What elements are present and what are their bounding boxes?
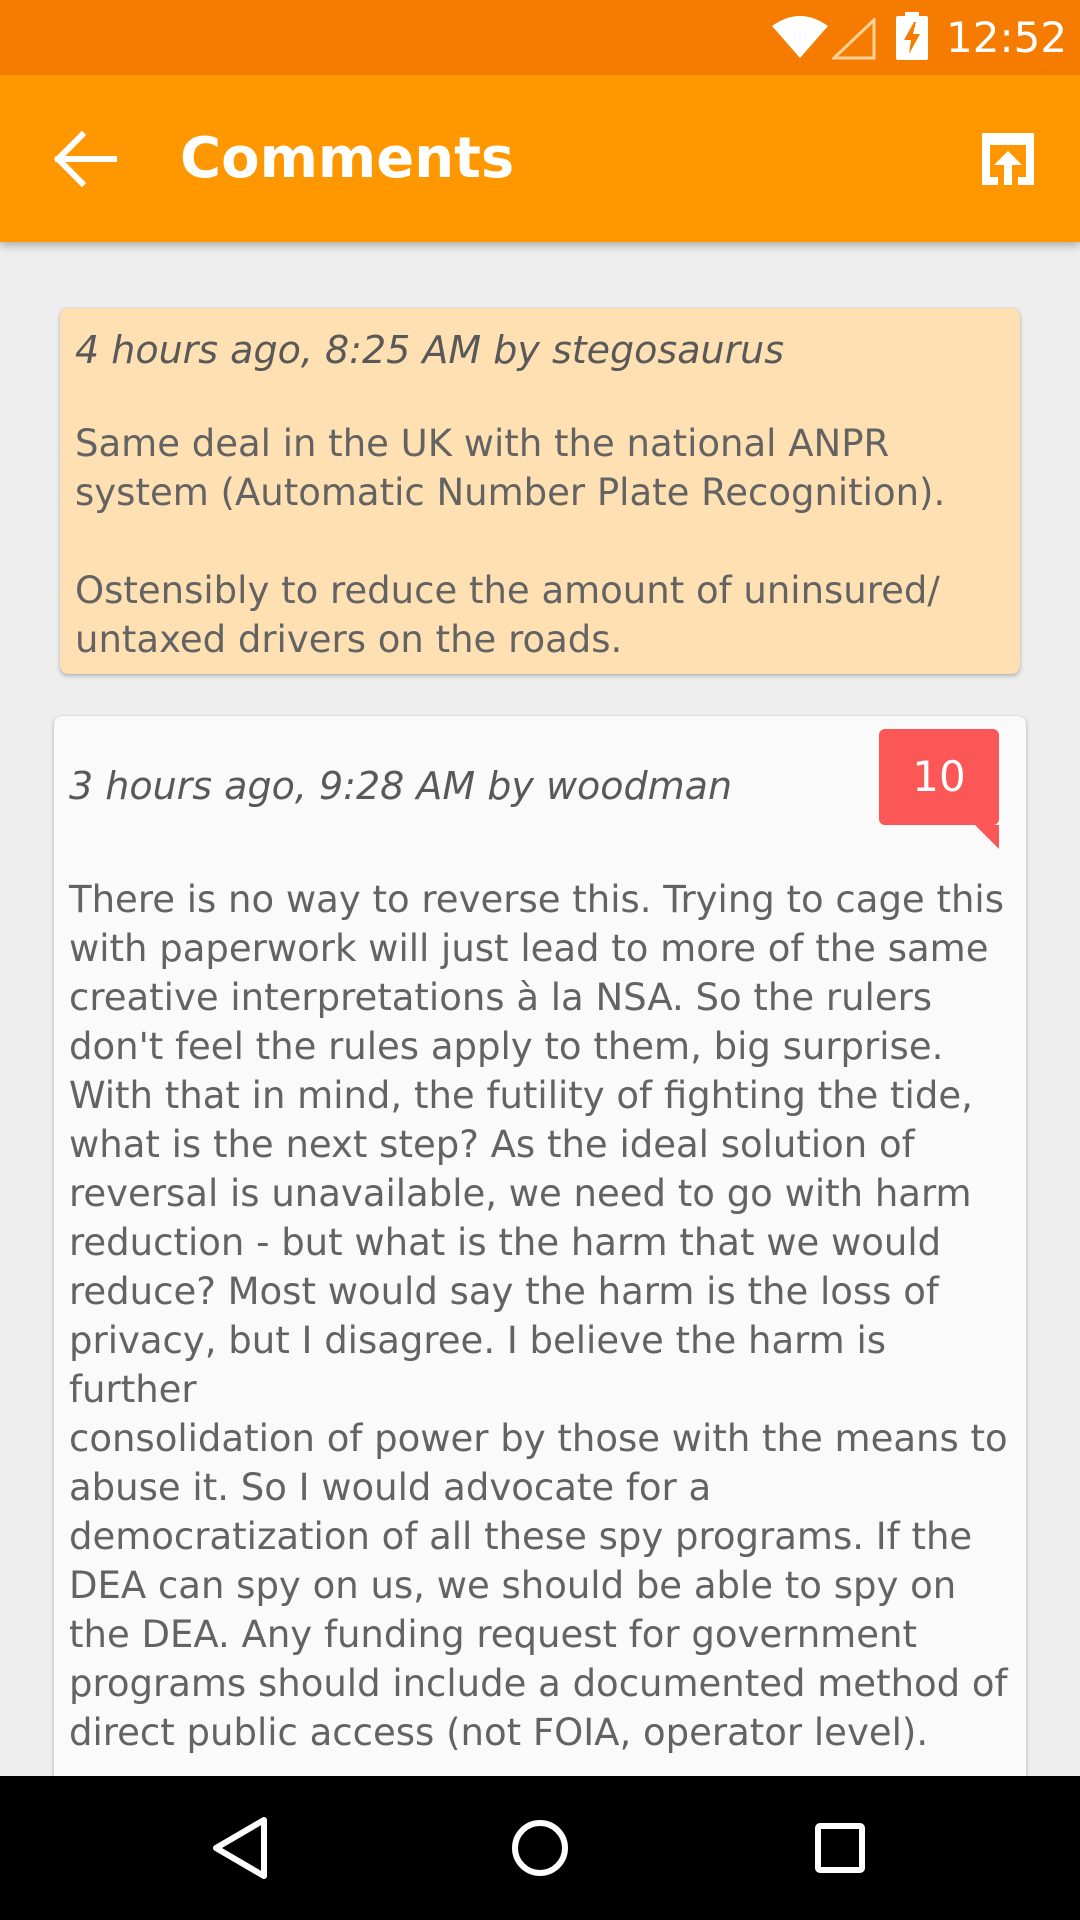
- battery-charging-icon: [896, 12, 928, 60]
- navigation-bar: [0, 1776, 1080, 1920]
- arrow-left-icon[interactable]: [50, 127, 120, 191]
- comment-card-highlighted[interactable]: 4 hours ago, 8:25 AM by stegosaurus Same…: [60, 308, 1020, 674]
- comment-score-badge[interactable]: 10: [879, 729, 999, 849]
- status-time: 12:52: [946, 13, 1068, 62]
- comment-body: There is no way to reverse this. Trying …: [69, 878, 1008, 1754]
- app-bar: Comments: [0, 75, 1080, 242]
- comment-card[interactable]: 3 hours ago, 9:28 AM by woodman 10 There…: [54, 716, 1026, 1776]
- home-circle-icon[interactable]: [504, 1812, 576, 1884]
- comment-meta: 4 hours ago, 8:25 AM by stegosaurus: [75, 328, 785, 372]
- status-bar: 12:52: [0, 0, 1080, 75]
- recents-square-icon[interactable]: [804, 1812, 876, 1884]
- page-title: Comments: [180, 126, 515, 191]
- comments-list[interactable]: 4 hours ago, 8:25 AM by stegosaurus Same…: [0, 242, 1080, 1776]
- back-triangle-icon[interactable]: [204, 1812, 276, 1884]
- wifi-icon: [772, 16, 828, 58]
- comment-meta: 3 hours ago, 9:28 AM by woodman: [69, 764, 733, 808]
- open-in-browser-icon[interactable]: [976, 127, 1040, 191]
- cell-signal-icon: [832, 18, 876, 60]
- comment-body: Same deal in the UK with the national AN…: [75, 422, 946, 661]
